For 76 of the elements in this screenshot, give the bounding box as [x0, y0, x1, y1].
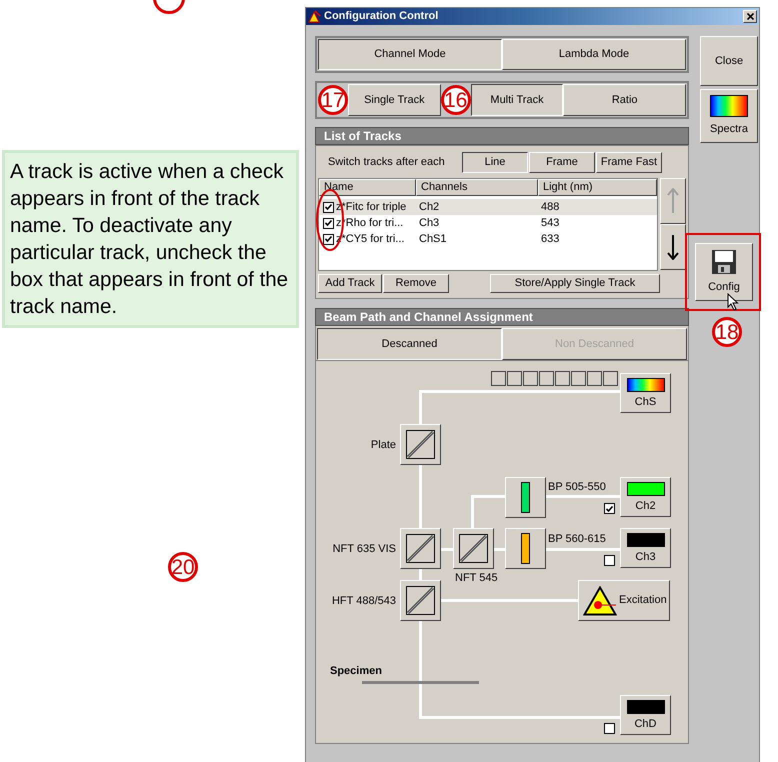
track-mode-tab[interactable]: Ratio [563, 84, 686, 116]
mirror-button[interactable] [400, 424, 441, 465]
mirror-label: NFT 635 VIS [332, 542, 396, 557]
mirror-label: NFT 545 [455, 571, 498, 586]
checkmark-icon [325, 220, 332, 226]
checkmark-icon [325, 204, 332, 210]
table-cell-text: Ch2 [418, 200, 440, 215]
track-button[interactable]: Add Track [318, 274, 382, 293]
mode-tab[interactable]: Lambda Mode [502, 39, 686, 70]
callout-number: 16 [440, 85, 471, 115]
callout-number: 20 [168, 552, 198, 582]
column-header: Channels [416, 179, 538, 196]
switch-option-button[interactable]: Line [462, 152, 528, 173]
detector-button[interactable]: Ch3 [620, 528, 671, 568]
checkbox[interactable] [323, 234, 334, 244]
track-button[interactable]: Store/Apply Single Track [490, 274, 660, 293]
spectrum-icon [710, 94, 748, 117]
mirror-label: HFT 488/543 [332, 594, 396, 609]
up-arrow-icon [667, 188, 679, 214]
table-cell-text: 488 [540, 200, 560, 215]
side-button[interactable]: Spectra [700, 89, 758, 143]
checkbox[interactable] [323, 218, 334, 228]
filter-button[interactable] [505, 528, 546, 569]
move-button[interactable] [660, 224, 686, 270]
switch-label: Switch tracks after each [328, 155, 446, 170]
mouse-cursor-icon [727, 293, 739, 311]
switch-option-button[interactable]: Frame [529, 152, 595, 173]
table-cell-text: 543 [540, 216, 560, 231]
close-icon [746, 13, 754, 20]
specimen-label: Specimen [330, 664, 382, 679]
side-button[interactable]: Config [695, 243, 753, 301]
detector-button[interactable]: ChD [620, 695, 671, 735]
track-mode-tab[interactable]: Single Track [348, 84, 441, 116]
callout-number: 18 [712, 317, 742, 347]
mode-tab[interactable]: Channel Mode [318, 39, 502, 70]
table-cell-text: Ch3 [418, 216, 440, 231]
section-title: List of Tracks [324, 128, 402, 145]
app-icon [308, 10, 321, 23]
excitation-button[interactable]: Excitation [578, 580, 670, 621]
path-tab[interactable]: Descanned [317, 328, 502, 360]
mirror-button[interactable] [400, 580, 441, 621]
filter-label: BP 560-615 [548, 532, 606, 547]
checkmark-icon [325, 236, 332, 242]
column-header: Light (nm) [538, 179, 657, 196]
beam-splitter-icon [459, 534, 488, 563]
mirror-button[interactable] [453, 528, 494, 569]
note-text: A track is active when a check appears in front of the track name. To deactivate any particular track, uncheck the box that appears in front of the track name. [10, 159, 290, 320]
window-title: Configuration Control [324, 9, 440, 24]
beam-splitter-icon [406, 586, 435, 615]
track-mode-tab[interactable]: Multi Track [470, 84, 564, 116]
beam-line [419, 465, 422, 528]
checkbox[interactable] [323, 202, 334, 212]
checkmark-icon [606, 506, 613, 512]
checkbox[interactable] [604, 555, 615, 566]
filter-button[interactable] [505, 477, 546, 518]
section-title: Beam Path and Channel Assignment [324, 309, 533, 326]
checkbox[interactable] [604, 723, 615, 734]
table-cell-text: 633 [540, 232, 560, 247]
callout-number: 17 [318, 85, 348, 115]
column-header: Name [319, 179, 416, 196]
close-button[interactable] [743, 10, 757, 23]
track-button[interactable]: Remove [383, 274, 449, 293]
checkbox[interactable] [604, 503, 615, 514]
beam-splitter-icon [406, 534, 435, 563]
mirror-label: Plate [370, 438, 396, 453]
side-button[interactable]: Close [700, 36, 758, 86]
switch-option-button[interactable]: Frame Fast [596, 152, 662, 173]
down-arrow-icon [667, 234, 679, 260]
laser-warning-icon [583, 586, 617, 616]
detector-button[interactable]: ChS [620, 373, 671, 413]
beam-splitter-icon [406, 430, 435, 459]
spectrum-icon [626, 378, 664, 392]
table-cell-text: ChS1 [418, 232, 448, 247]
mirror-button[interactable] [400, 528, 441, 569]
detector-button[interactable]: Ch2 [620, 477, 671, 517]
filter-label: BP 505-550 [548, 480, 606, 495]
